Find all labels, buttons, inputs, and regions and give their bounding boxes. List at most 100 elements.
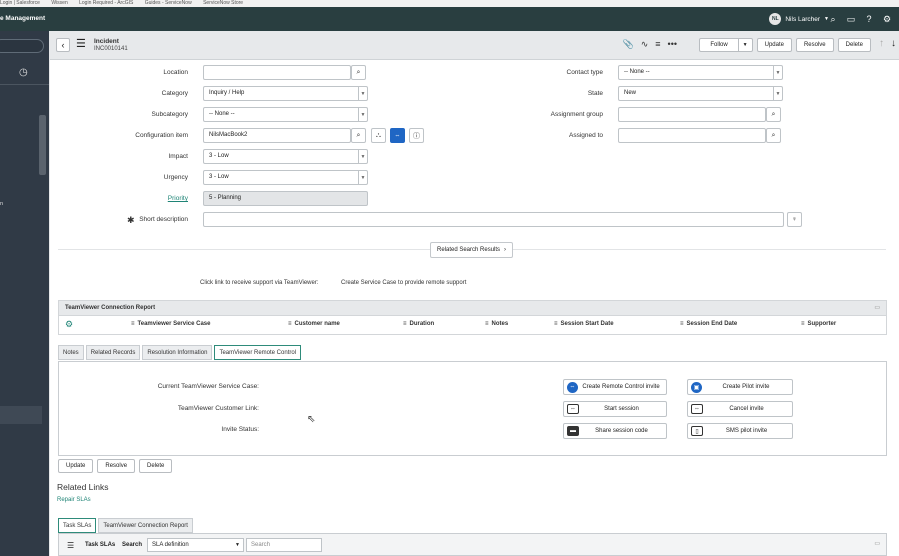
urgency-label: Urgency [163, 174, 188, 181]
search-icon[interactable]: ⌕ [351, 65, 366, 80]
related-search-label: Related Search Results [437, 247, 501, 253]
delete-button[interactable]: Delete [837, 38, 871, 52]
more-icon[interactable]: ••• [668, 39, 677, 50]
context-menu-icon[interactable]: ☰ [76, 39, 86, 50]
search-field-value: SLA definition [152, 542, 189, 548]
configuration-item-field[interactable]: NilsMacBook2 [203, 128, 351, 143]
tab-resolution-information[interactable]: Resolution Information [142, 345, 213, 360]
repair-slas-link[interactable]: Repair SLAs [57, 497, 91, 503]
sms-pilot-invite-button[interactable]: ▯ SMS pilot invite [687, 423, 793, 439]
bookmark[interactable]: Login Required - ArcGIS [79, 0, 133, 6]
help-icon[interactable]: ? [863, 13, 875, 25]
column-header[interactable]: ≡ Duration [403, 321, 434, 327]
assigned-to-field[interactable] [618, 128, 766, 143]
app-brand[interactable]: e Management [0, 15, 45, 22]
tv-receive-link[interactable]: Click link to receive support via TeamVi… [200, 280, 319, 286]
chevron-right-icon: › [504, 247, 507, 253]
nav-item-selected[interactable] [0, 406, 42, 424]
column-menu-icon[interactable]: ≡ [131, 321, 135, 327]
attachment-icon[interactable]: 📎 [623, 39, 634, 50]
suggestion-icon[interactable]: ♀ [787, 212, 802, 227]
column-header[interactable]: ≡ Teamviewer Service Case [131, 321, 210, 327]
user-menu[interactable]: NL Nils Larcher ▼ [769, 13, 829, 25]
hierarchy-icon[interactable]: ⛬ [371, 128, 386, 143]
bookmark[interactable]: Wissen [51, 0, 67, 6]
next-record-icon[interactable]: ↓ [891, 38, 896, 49]
contact-type-select[interactable]: -- None -- ▼ [618, 65, 783, 80]
column-menu-icon[interactable]: ≡ [288, 321, 292, 327]
create-pilot-invite-button[interactable]: ▣ Create Pilot invite [687, 379, 793, 395]
column-menu-icon[interactable]: ≡ [680, 321, 684, 327]
column-header[interactable]: ≡ Session Start Date [554, 321, 614, 327]
bookmark[interactable]: Guides - ServiceNow [145, 0, 192, 6]
column-header[interactable]: ≡ Customer name [288, 321, 340, 327]
create-remote-control-invite-button[interactable]: ⇔ Create Remote Control invite [563, 379, 667, 395]
chevron-down-icon: ▼ [235, 542, 240, 548]
delete-button[interactable]: Delete [139, 459, 173, 473]
subcategory-select[interactable]: -- None -- ▼ [203, 107, 368, 122]
follow-button[interactable]: Follow [699, 38, 739, 52]
collapse-icon[interactable]: ▭ [874, 304, 880, 311]
configuration-item-label: Configuration item [135, 132, 188, 139]
chat-icon[interactable]: ▭ [845, 13, 857, 25]
info-icon[interactable]: ⓘ [409, 128, 424, 143]
tab-tv-connection-report[interactable]: TeamViewer Connection Report [98, 518, 193, 533]
back-button[interactable]: ‹ [56, 38, 70, 52]
start-session-button[interactable]: ⇔ Start session [563, 401, 667, 417]
activity-icon[interactable]: ∿ [641, 39, 649, 50]
column-header[interactable]: ≡ Supporter [801, 321, 836, 327]
short-description-field[interactable] [203, 212, 784, 227]
mouse-cursor-icon: ⇖ [307, 414, 316, 425]
history-icon[interactable]: ◷ [19, 67, 28, 78]
previous-record-icon[interactable]: ↑ [879, 38, 884, 49]
search-icon[interactable]: ⌕ [766, 128, 781, 143]
column-menu-icon[interactable]: ≡ [485, 321, 489, 327]
related-search-results-button[interactable]: Related Search Results › [430, 242, 514, 258]
tv-create-service-case-link[interactable]: Create Service Case to provide remote su… [341, 280, 466, 286]
subcategory-label: Subcategory [151, 111, 189, 118]
bookmark[interactable]: ServiceNow Store [203, 0, 243, 6]
state-select[interactable]: New ▼ [618, 86, 783, 101]
share-session-code-button[interactable]: ▬ Share session code [563, 423, 667, 439]
tab-task-slas[interactable]: Task SLAs [58, 518, 97, 533]
tab-related-records[interactable]: Related Records [85, 345, 141, 360]
list-menu-icon[interactable]: ☰ [67, 541, 74, 550]
impact-select[interactable]: 3 - Low ▼ [203, 149, 368, 164]
update-button[interactable]: Update [756, 38, 792, 52]
teamviewer-icon[interactable]: ⇔ [390, 128, 405, 143]
priority-label[interactable]: Priority [110, 195, 188, 202]
user-name: Nils Larcher [785, 15, 821, 23]
column-menu-icon[interactable]: ≡ [801, 321, 805, 327]
nav-item[interactable]: n [0, 201, 3, 207]
urgency-select[interactable]: 3 - Low ▼ [203, 170, 368, 185]
search-field-select[interactable]: SLA definition ▼ [147, 538, 244, 552]
assignment-group-field[interactable] [618, 107, 766, 122]
resolve-button[interactable]: Resolve [97, 459, 136, 473]
gear-icon[interactable]: ⚙ [65, 319, 73, 330]
search-icon[interactable]: ⌕ [827, 13, 839, 25]
column-header[interactable]: ≡ Session End Date [680, 321, 737, 327]
category-select[interactable]: Inquiry / Help ▼ [203, 86, 368, 101]
search-label: Search [122, 542, 143, 548]
resolve-button[interactable]: Resolve [795, 38, 834, 52]
cancel-invite-button[interactable]: ⇔ Cancel invite [687, 401, 793, 417]
search-icon[interactable]: ⌕ [766, 107, 781, 122]
tab-teamviewer-remote-control[interactable]: TeamViewer Remote Control [214, 345, 302, 360]
update-button[interactable]: Update [58, 459, 94, 473]
nav-scrollbar[interactable] [39, 115, 46, 175]
column-menu-icon[interactable]: ≡ [403, 321, 407, 327]
settings-icon[interactable]: ≡ [655, 39, 660, 50]
bookmark[interactable]: Login | Salesforce [0, 0, 40, 6]
chevron-down-icon: ▼ [358, 171, 367, 184]
impact-value: 3 - Low [209, 153, 229, 159]
column-header[interactable]: ≡ Notes [485, 321, 508, 327]
tab-notes[interactable]: Notes [58, 345, 84, 360]
nav-filter-input[interactable] [0, 39, 44, 53]
location-field[interactable] [203, 65, 351, 80]
search-input[interactable]: Search [246, 538, 322, 552]
column-menu-icon[interactable]: ≡ [554, 321, 558, 327]
gear-icon[interactable]: ⚙ [881, 13, 893, 25]
follow-dropdown-button[interactable]: ▼ [738, 38, 753, 52]
search-icon[interactable]: ⌕ [351, 128, 366, 143]
collapse-icon[interactable]: ▭ [874, 540, 880, 547]
